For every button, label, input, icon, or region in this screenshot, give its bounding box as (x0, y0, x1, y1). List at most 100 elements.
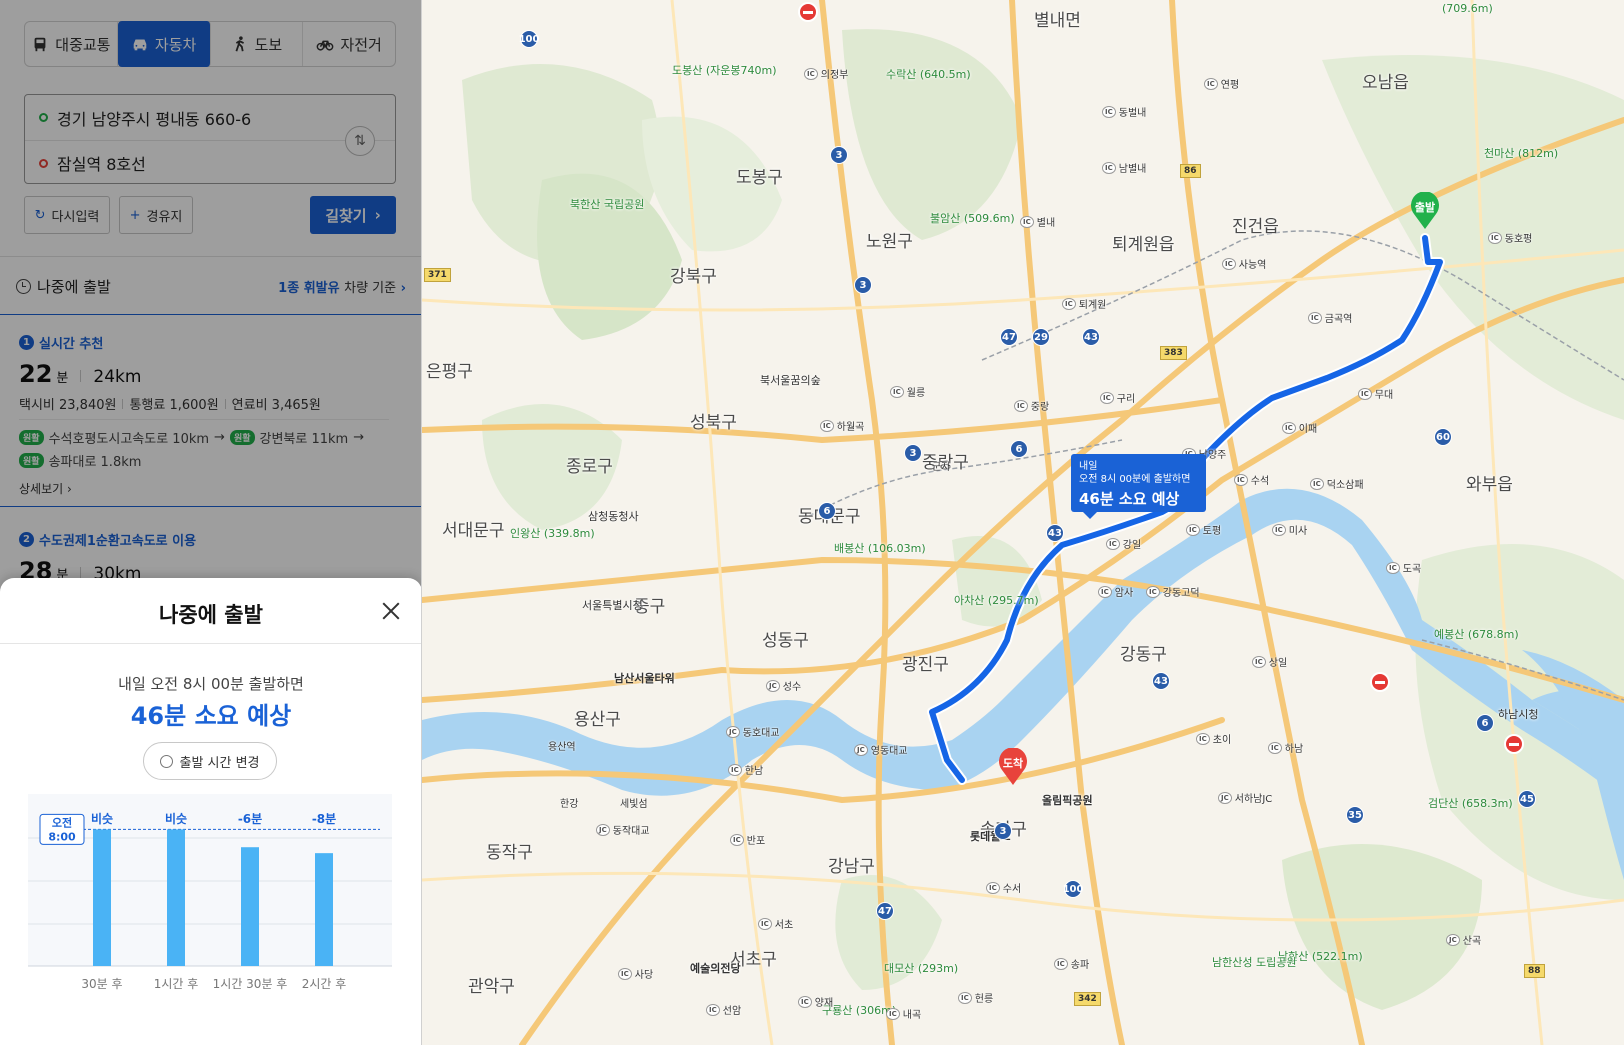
highway-shield: 60 (1434, 428, 1452, 446)
tab-transit[interactable]: 대중교통 (25, 22, 118, 66)
route-number: 342 (1074, 992, 1101, 1006)
district-label: 동작구 (486, 843, 533, 863)
mountain-label: 예봉산 (678.8m) (1434, 628, 1519, 641)
tab-walk[interactable]: 도보 (211, 22, 304, 66)
close-icon[interactable] (380, 600, 402, 622)
ic-label: 용산역 (548, 742, 576, 753)
fuel-type-link[interactable]: 1종 휘발유 차량 기준 › (278, 277, 406, 296)
highway-shield: 29 (1032, 328, 1050, 346)
highway-shield: 6 (1010, 440, 1028, 458)
tab-car[interactable]: 자동차 (117, 21, 211, 67)
destination-field[interactable]: 잠실역 8호선 (25, 140, 395, 185)
add-waypoint-button[interactable]: + 경유지 (119, 196, 193, 234)
mountain-label: 인왕산 (339.8m) (510, 527, 595, 540)
traffic-badge: 원활 (229, 430, 255, 445)
tab-transit-label: 대중교통 (55, 35, 111, 54)
district-label: 퇴계원읍 (1112, 235, 1175, 255)
map-view[interactable]: 도봉구 노원구 강북구 성북구 은평구 종로구 서대문구 동대문구 중구 성동구… (422, 0, 1624, 1045)
road-list: 원활 송파대로 1.8km (19, 451, 403, 470)
find-route-button[interactable]: 길찾기 › (310, 196, 396, 234)
ic-label: JC 서하남JC (1218, 790, 1272, 805)
route-divider (0, 506, 421, 507)
place-label: 남산서울타워 (614, 672, 675, 685)
ic-label: IC 선암 (706, 1002, 741, 1017)
chart-data-label: -6분 (238, 812, 262, 826)
road-name: 강변북로 11km (259, 432, 349, 447)
ic-label: 군자 (932, 462, 951, 473)
route-costs: 택시비 23,840원 통행료 1,600원 연료비 3,465원 (19, 394, 403, 413)
chart-bar (167, 829, 185, 966)
road-name: 송파대로 1.8km (48, 455, 142, 470)
place-label: 삼청동청사 (588, 510, 639, 523)
arrow-right-icon: → (214, 430, 225, 445)
ic-label: IC 연평 (1204, 76, 1239, 91)
travel-time-chart: 오전8:00 비슷 30분 후 비슷 1시간 후 -6분 1시간 30분 후 -8분 2시간 후 (28, 794, 392, 991)
swap-arrows-icon: ⇅ (354, 133, 366, 149)
route-card-2[interactable]: 2 수도권제1순환고속도로 이용 28 분 30km (0, 530, 421, 585)
divider (0, 256, 421, 257)
swap-route-button[interactable]: ⇅ (345, 126, 375, 156)
route-detail-link[interactable]: 상세보기 › (19, 480, 403, 497)
ic-label: IC 양재 (798, 994, 833, 1009)
end-pin[interactable]: 도착 (998, 748, 1028, 786)
highway-shield: 100 (1063, 880, 1083, 898)
route-number: 86 (1180, 164, 1201, 178)
mountain-label: 북한산 국립공원 (570, 198, 645, 211)
route-card-1[interactable]: 1 실시간 추천 22 분 24km 택시비 23,840원 통행료 1,600… (0, 333, 421, 497)
ic-label: IC 사당 (618, 966, 653, 981)
mountain-label: 배봉산 (106.03m) (834, 542, 926, 555)
start-pin-label: 출발 (1414, 201, 1436, 214)
highway-shield: 3 (830, 146, 848, 164)
destination-dot-icon (39, 158, 48, 168)
district-label: 광진구 (902, 655, 949, 675)
separator (80, 370, 82, 382)
ic-label: IC 도곡 (1386, 560, 1421, 575)
eta-callout[interactable]: 내일 오전 8시 00분에 출발하면 46분 소요 예상 (1071, 454, 1206, 519)
search-actions: ↻ 다시입력 + 경유지 길찾기 › (24, 196, 396, 234)
change-departure-time-button[interactable]: 출발 시간 변경 (143, 742, 277, 780)
district-label: 강동구 (1120, 645, 1167, 665)
place-label: 서울특별시청 (582, 599, 643, 612)
reset-button[interactable]: ↻ 다시입력 (24, 196, 110, 234)
toll-fee: 통행료 1,600원 (129, 398, 219, 413)
district-label: 종로구 (566, 457, 613, 477)
callout-estimate: 46분 소요 예상 (1079, 490, 1180, 508)
highway-shield: 43 (1152, 672, 1170, 690)
estimated-duration: 46분 소요 예상 (130, 702, 292, 730)
tab-bicycle-label: 자전거 (340, 35, 382, 54)
route-number-badge: 1 (19, 335, 34, 350)
clock-icon (16, 278, 31, 294)
route-detail-label: 상세보기 (19, 482, 64, 496)
plus-icon: + (129, 207, 141, 223)
origin-value: 경기 남양주시 평내동 660-6 (57, 109, 252, 129)
car-icon (133, 39, 147, 51)
route-number-badge: 2 (19, 532, 34, 547)
ic-label: IC 상일 (1252, 654, 1287, 669)
find-route-label: 길찾기 (325, 206, 367, 225)
ic-label: IC 내곡 (886, 1006, 921, 1021)
highway-shield: 47 (876, 902, 894, 920)
depart-later-label: 나중에 출발 (37, 277, 111, 296)
ic-label: 세빛섬 (620, 799, 648, 810)
chart-data-label: 비슷 (91, 811, 113, 826)
depart-later-modal: 나중에 출발 내일 오전 8시 00분 출발하면 46분 소요 예상 출발 시간… (0, 578, 421, 1045)
highway-shield: 3 (994, 822, 1012, 840)
depart-later-row[interactable]: 나중에 출발 1종 휘발유 차량 기준 › (16, 274, 406, 298)
ic-label: 한강 (560, 799, 579, 810)
ic-label: IC 동호평 (1488, 230, 1532, 245)
ic-label: IC 동벌내 (1102, 104, 1146, 119)
route-number: 383 (1160, 346, 1187, 360)
fuel-type-value: 1종 휘발유 (278, 280, 340, 296)
place-label: 올림픽공원 (1042, 794, 1093, 807)
callout-line2: 오전 8시 00분에 출발하면 (1079, 474, 1191, 485)
district-label: 도봉구 (736, 168, 783, 188)
route-input-box: 경기 남양주시 평내동 660-6 잠실역 8호선 ⇅ (24, 94, 396, 184)
chart-tick-label: 2시간 후 (302, 977, 347, 991)
district-label: 강북구 (670, 267, 717, 287)
tab-bicycle[interactable]: 자전거 (303, 22, 395, 66)
origin-field[interactable]: 경기 남양주시 평내동 660-6 (25, 95, 395, 140)
road-closed-icon (1504, 734, 1524, 754)
start-pin[interactable]: 출발 (1410, 192, 1440, 230)
ic-label: IC 송파 (1054, 956, 1089, 971)
district-label: 관악구 (468, 977, 515, 997)
